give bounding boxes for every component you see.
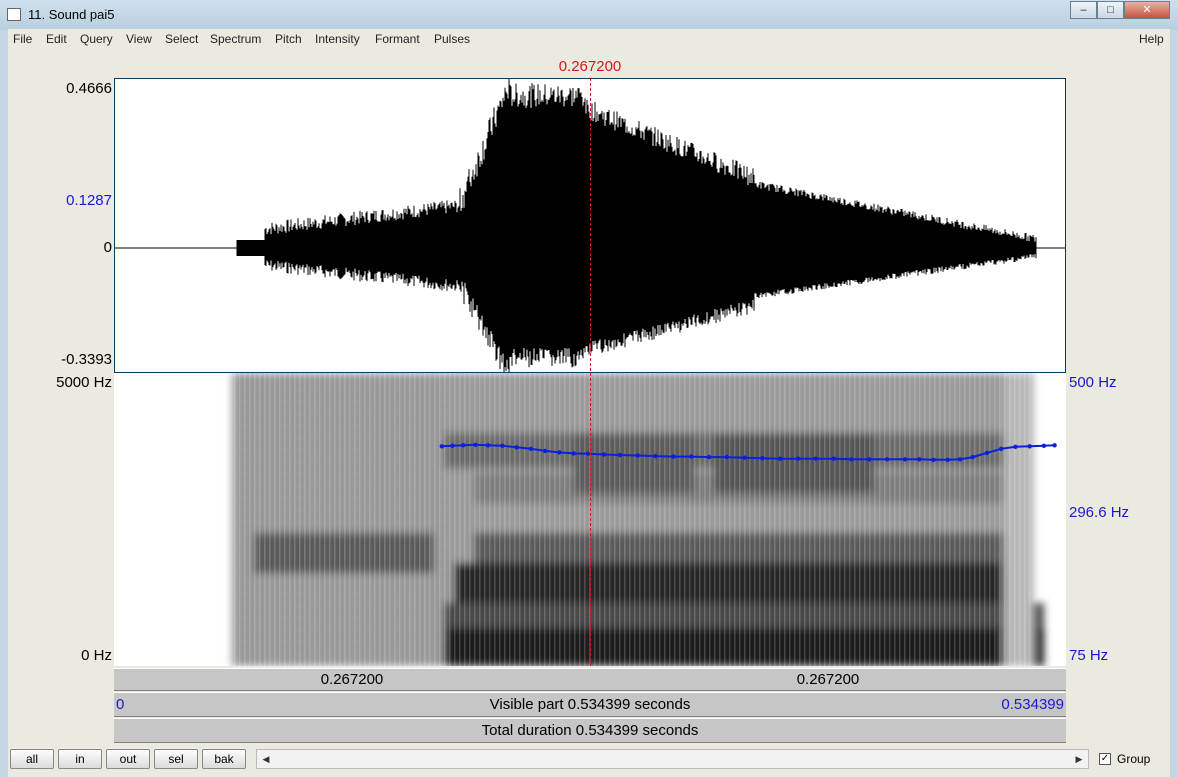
pitch-point (724, 454, 729, 460)
zoom-in-button[interactable]: in (58, 749, 102, 769)
pitch-point (884, 457, 890, 462)
title-bar: 11. Sound pai5 – □ ✕ (0, 0, 1178, 30)
pitch-point (931, 457, 936, 462)
pitch-point (795, 456, 801, 461)
pitch-point (742, 455, 747, 460)
pitch-point (706, 454, 712, 460)
zoom-back-button[interactable]: bak (202, 749, 246, 769)
pitch-point (999, 446, 1004, 451)
pitch-max-label: 500 Hz (1069, 374, 1117, 391)
pitch-point (1027, 444, 1032, 449)
menu-help[interactable]: Help (1139, 32, 1164, 46)
menu-edit[interactable]: Edit (46, 32, 67, 46)
menu-view[interactable]: View (126, 32, 152, 46)
pitch-point (557, 450, 562, 455)
pitch-point (760, 456, 765, 461)
cursor-time-label: 0.267200 (558, 58, 622, 75)
pitch-point (1013, 444, 1018, 449)
minimize-button[interactable]: – (1070, 1, 1097, 19)
menu-spectrum[interactable]: Spectrum (210, 32, 261, 46)
pitch-point (917, 457, 922, 462)
pitch-point (1052, 443, 1057, 448)
spectrogram-max-freq-label: 5000 Hz (56, 374, 112, 391)
zoom-out-button[interactable]: out (106, 749, 150, 769)
spectrogram-glottal-striations (232, 373, 1034, 666)
pitch-point (867, 457, 872, 462)
pitch-point (671, 454, 676, 459)
waveform-max-label: 0.4666 (66, 80, 112, 97)
pitch-point (689, 454, 694, 459)
pitch-point (617, 452, 623, 458)
visible-part-label: Visible part 0.534399 seconds (489, 696, 691, 713)
pitch-point (601, 452, 607, 457)
group-checkbox[interactable]: ✓ (1099, 753, 1111, 765)
menu-intensity[interactable]: Intensity (315, 32, 360, 46)
pitch-point (450, 443, 455, 448)
scroll-right-arrow-icon[interactable]: ▶ (1071, 751, 1087, 767)
pitch-point (542, 448, 548, 454)
waveform-min-label: -0.3393 (61, 351, 112, 368)
menu-pitch[interactable]: Pitch (275, 32, 302, 46)
pitch-point (500, 443, 505, 448)
total-duration-label: Total duration 0.534399 seconds (481, 722, 699, 739)
pitch-cursor-value-label: 296.6 Hz (1069, 504, 1130, 521)
pitch-point (849, 457, 854, 462)
scroll-left-arrow-icon[interactable]: ◀ (258, 751, 274, 767)
pitch-point (514, 445, 519, 450)
zoom-all-button[interactable]: all (10, 749, 54, 769)
window-title: 11. Sound pai5 (28, 7, 115, 22)
pitch-point (831, 456, 836, 461)
pitch-point (485, 443, 491, 448)
pitch-point (439, 444, 444, 449)
right-of-cursor-bar[interactable]: 0.267200 (590, 668, 1066, 691)
pitch-point (778, 456, 783, 461)
waveform-zero-label: 0 (103, 239, 112, 256)
pitch-min-label: 75 Hz (1069, 647, 1109, 664)
time-cursor[interactable] (590, 78, 591, 666)
left-of-cursor-bar[interactable]: 0.267200 (114, 668, 590, 691)
pitch-point (473, 442, 478, 447)
pitch-point (945, 457, 950, 462)
pitch-point (528, 446, 534, 451)
visible-end-label: 0.534399 (1001, 696, 1064, 713)
pitch-point (1041, 443, 1047, 448)
zoom-sel-button[interactable]: sel (154, 749, 198, 769)
total-duration-bar[interactable]: Total duration 0.534399 seconds (114, 718, 1066, 743)
window-icon (7, 8, 21, 21)
pitch-point (902, 457, 908, 462)
pitch-point (984, 450, 990, 456)
maximize-button[interactable]: □ (1097, 1, 1124, 19)
pitch-point (958, 457, 963, 462)
spectrogram-min-freq-label: 0 Hz (81, 647, 112, 664)
pitch-point (970, 454, 975, 460)
menu-query[interactable]: Query (80, 32, 113, 46)
bottom-toolbar: all in out sel bak ◀ ▶ ✓ Group (8, 743, 1170, 777)
menu-pulses[interactable]: Pulses (434, 32, 470, 46)
pitch-point (653, 453, 658, 459)
praat-editor-window: 11. Sound pai5 – □ ✕ File Edit Query Vie… (0, 0, 1178, 777)
menu-formant[interactable]: Formant (375, 32, 420, 46)
pitch-point (813, 456, 819, 461)
pitch-point (635, 453, 640, 458)
menu-file[interactable]: File (13, 32, 32, 46)
visible-part-bar[interactable]: 0 Visible part 0.534399 seconds 0.534399 (114, 692, 1066, 717)
pitch-point (571, 451, 576, 456)
group-label: Group (1117, 752, 1151, 766)
menu-bar: File Edit Query View Select Spectrum Pit… (8, 29, 1170, 49)
pitch-point (461, 443, 466, 448)
waveform-cursor-value-label: 0.1287 (66, 192, 112, 209)
menu-select[interactable]: Select (165, 32, 198, 46)
horizontal-scrollbar[interactable]: ◀ ▶ (256, 749, 1089, 769)
close-button[interactable]: ✕ (1124, 1, 1170, 19)
